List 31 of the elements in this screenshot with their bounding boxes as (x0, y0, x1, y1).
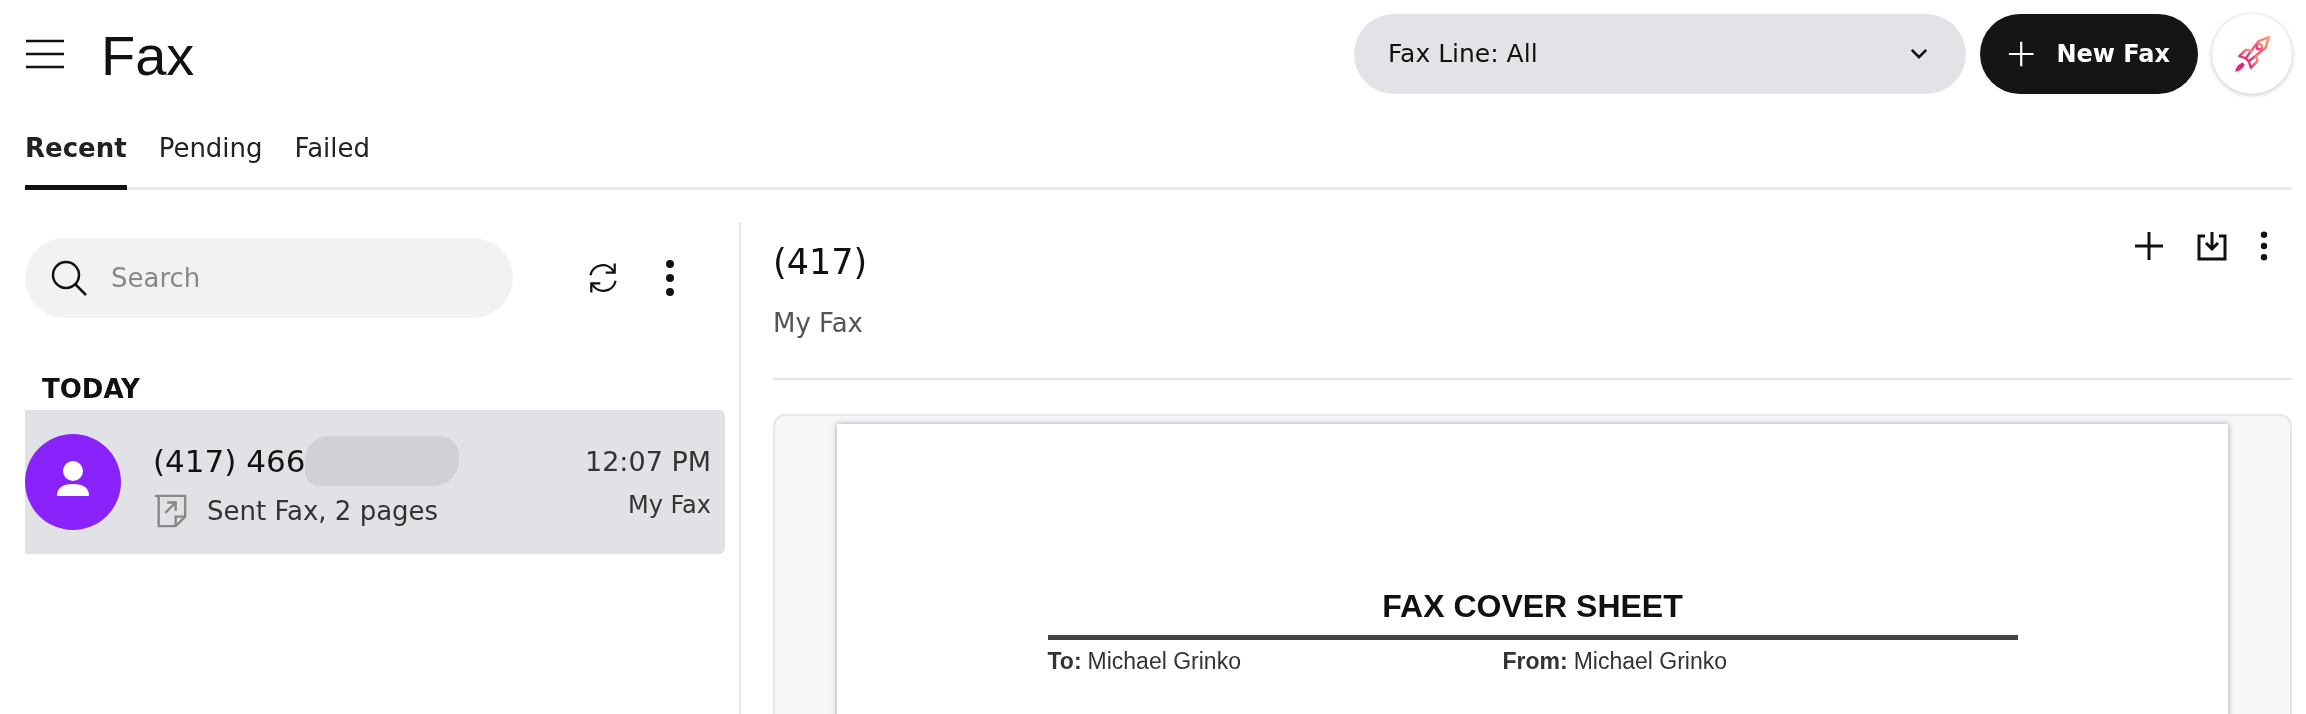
field-label: To: (1047, 648, 1082, 675)
search-field[interactable]: Search (25, 238, 513, 318)
new-fax-button[interactable]: New Fax (1980, 13, 2198, 94)
sent-document-icon (153, 494, 187, 528)
add-icon[interactable] (2134, 231, 2164, 261)
field-value: Michael Grinko (1087, 648, 1241, 675)
tab[interactable]: Pending (158, 133, 263, 190)
more-icon[interactable] (665, 260, 675, 296)
fax-list-item[interactable]: (417) 466 Sent Fax, 2 pages 12:07 PM My Fax (25, 410, 725, 554)
fax-line-name: My Fax (773, 308, 864, 338)
download-icon[interactable] (2196, 230, 2228, 262)
app-badge[interactable] (2212, 13, 2292, 94)
menu-icon[interactable] (25, 38, 65, 69)
plus-icon (2008, 39, 2035, 68)
field-label: From: (1502, 648, 1568, 675)
chevron-down-icon (1910, 48, 1928, 59)
fax-line-name: My Fax (627, 490, 711, 519)
page-title: Fax (101, 23, 195, 88)
more-icon[interactable] (2260, 231, 2268, 261)
field-value: Michael Grinko (1573, 648, 1728, 675)
search-icon (49, 258, 89, 298)
section-heading: TODAY (42, 374, 140, 404)
phone-number: (417) 466 (153, 443, 306, 479)
fax-time: 12:07 PM (585, 445, 711, 477)
fax-line-dropdown[interactable]: Fax Line: All (1354, 13, 1966, 94)
fax-summary: Sent Fax, 2 pages (207, 496, 439, 526)
fax-title: (417) (773, 242, 868, 282)
tab[interactable]: Recent (25, 133, 127, 190)
document-heading: FAX COVER SHEET (1382, 588, 1683, 625)
tab[interactable]: Failed (294, 133, 371, 190)
person-avatar-icon (25, 434, 121, 530)
